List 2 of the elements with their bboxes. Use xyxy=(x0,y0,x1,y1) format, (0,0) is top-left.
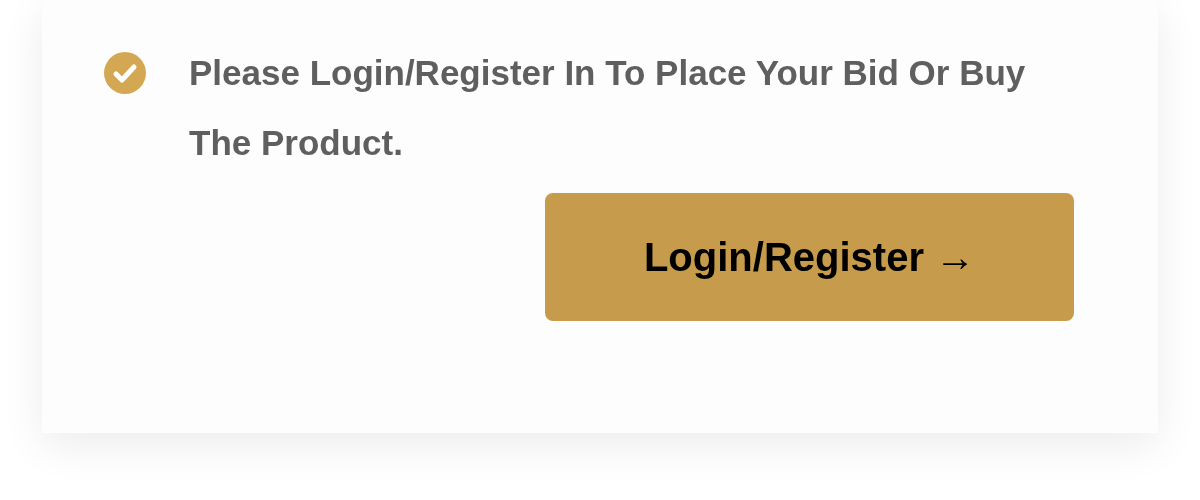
login-notice: Please Login/Register In To Place Your Bid Or Buy The Product. xyxy=(189,52,1027,164)
login-register-button[interactable]: Login/Register → xyxy=(545,193,1074,321)
